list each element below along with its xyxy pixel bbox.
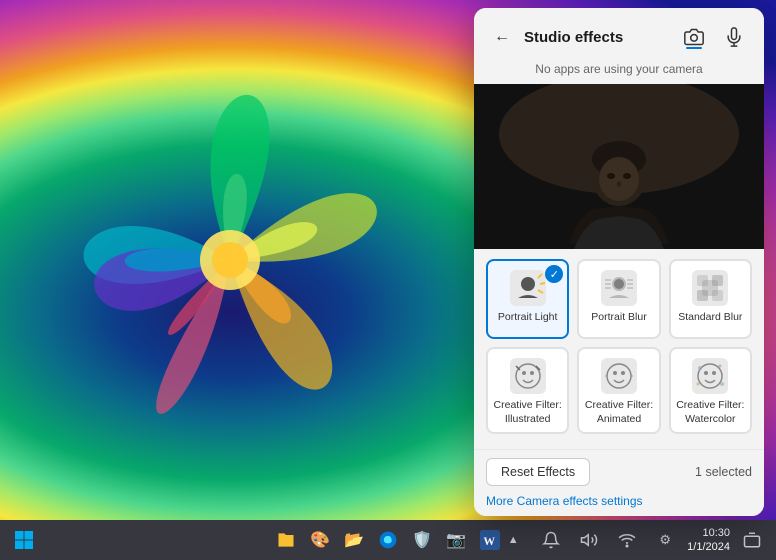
taskbar-right: ▲ ⚙ 10: (497, 524, 768, 556)
taskbar-action-center-icon[interactable] (736, 524, 768, 556)
more-settings-link[interactable]: More Camera effects settings (486, 494, 643, 508)
animated-label: Creative Filter: Animated (583, 399, 654, 426)
effect-creative-animated[interactable]: Creative Filter: Animated (577, 347, 660, 434)
mic-icon-button[interactable] (718, 21, 750, 53)
effect-creative-watercolor[interactable]: Creative Filter: Watercolor (669, 347, 752, 434)
standard-blur-label: Standard Blur (678, 311, 742, 325)
back-button[interactable]: ← (488, 23, 516, 51)
selected-badge: ✓ (545, 265, 563, 283)
header-left: ← Studio effects (488, 23, 623, 51)
taskbar-time[interactable]: 10:30 1/1/2024 (687, 526, 730, 555)
taskbar-center: 🎨 📂 🛡️ 📷 W (270, 524, 506, 556)
effects-row-1: ✓ Portrait Light (486, 259, 752, 339)
taskbar-volume-icon[interactable] (573, 524, 605, 556)
effect-portrait-light[interactable]: ✓ Portrait Light (486, 259, 569, 339)
taskbar-clock-time: 10:30 (687, 526, 730, 540)
bottom-actions-row: Reset Effects 1 selected (486, 458, 752, 486)
taskbar-files-icon[interactable] (270, 524, 302, 556)
effect-portrait-blur[interactable]: Portrait Blur (577, 259, 660, 339)
illustrated-icon (509, 357, 547, 395)
panel-subtitle: No apps are using your camera (474, 56, 764, 84)
panel-bottom: Reset Effects 1 selected More Camera eff… (474, 449, 764, 516)
watercolor-label: Creative Filter: Watercolor (675, 399, 746, 426)
taskbar-creative-icon[interactable]: 🎨 (304, 524, 336, 556)
selected-count: 1 selected (695, 465, 752, 479)
effect-standard-blur[interactable]: Standard Blur (669, 259, 752, 339)
effect-creative-illustrated[interactable]: Creative Filter: Illustrated (486, 347, 569, 434)
panel-title: Studio effects (524, 29, 623, 46)
taskbar-clock-date: 1/1/2024 (687, 540, 730, 554)
standard-blur-icon (691, 269, 729, 307)
portrait-light-label: Portrait Light (498, 311, 558, 325)
panel-header: ← Studio effects (474, 8, 764, 56)
start-button[interactable] (8, 524, 40, 556)
portrait-light-icon (509, 269, 547, 307)
taskbar-word-icon[interactable]: W (474, 524, 506, 556)
animated-icon (600, 357, 638, 395)
portrait-blur-label: Portrait Blur (591, 311, 646, 325)
svg-text:W: W (483, 535, 495, 548)
effects-row-2: Creative Filter: Illustrated (486, 347, 752, 434)
taskbar-security-icon[interactable]: 🛡️ (406, 524, 438, 556)
taskbar-wifi-icon[interactable] (611, 524, 643, 556)
taskbar: 🎨 📂 🛡️ 📷 W ▲ (0, 520, 776, 560)
taskbar-notification-icon[interactable] (535, 524, 567, 556)
studio-effects-panel: ← Studio effects No apps are using your (474, 8, 764, 516)
camera-preview (474, 84, 764, 249)
taskbar-settings-icon[interactable]: ⚙ (649, 524, 681, 556)
portrait-blur-icon (600, 269, 638, 307)
watercolor-icon (691, 357, 729, 395)
effects-grid: ✓ Portrait Light (474, 249, 764, 449)
header-icons (678, 21, 750, 53)
taskbar-folder-icon[interactable]: 📂 (338, 524, 370, 556)
taskbar-camera-icon[interactable]: 📷 (440, 524, 472, 556)
illustrated-label: Creative Filter: Illustrated (492, 399, 563, 426)
taskbar-left (8, 524, 40, 556)
reset-effects-button[interactable]: Reset Effects (486, 458, 590, 486)
more-settings-row: More Camera effects settings (486, 492, 752, 510)
taskbar-browser-icon[interactable] (372, 524, 404, 556)
camera-icon-button[interactable] (678, 21, 710, 53)
